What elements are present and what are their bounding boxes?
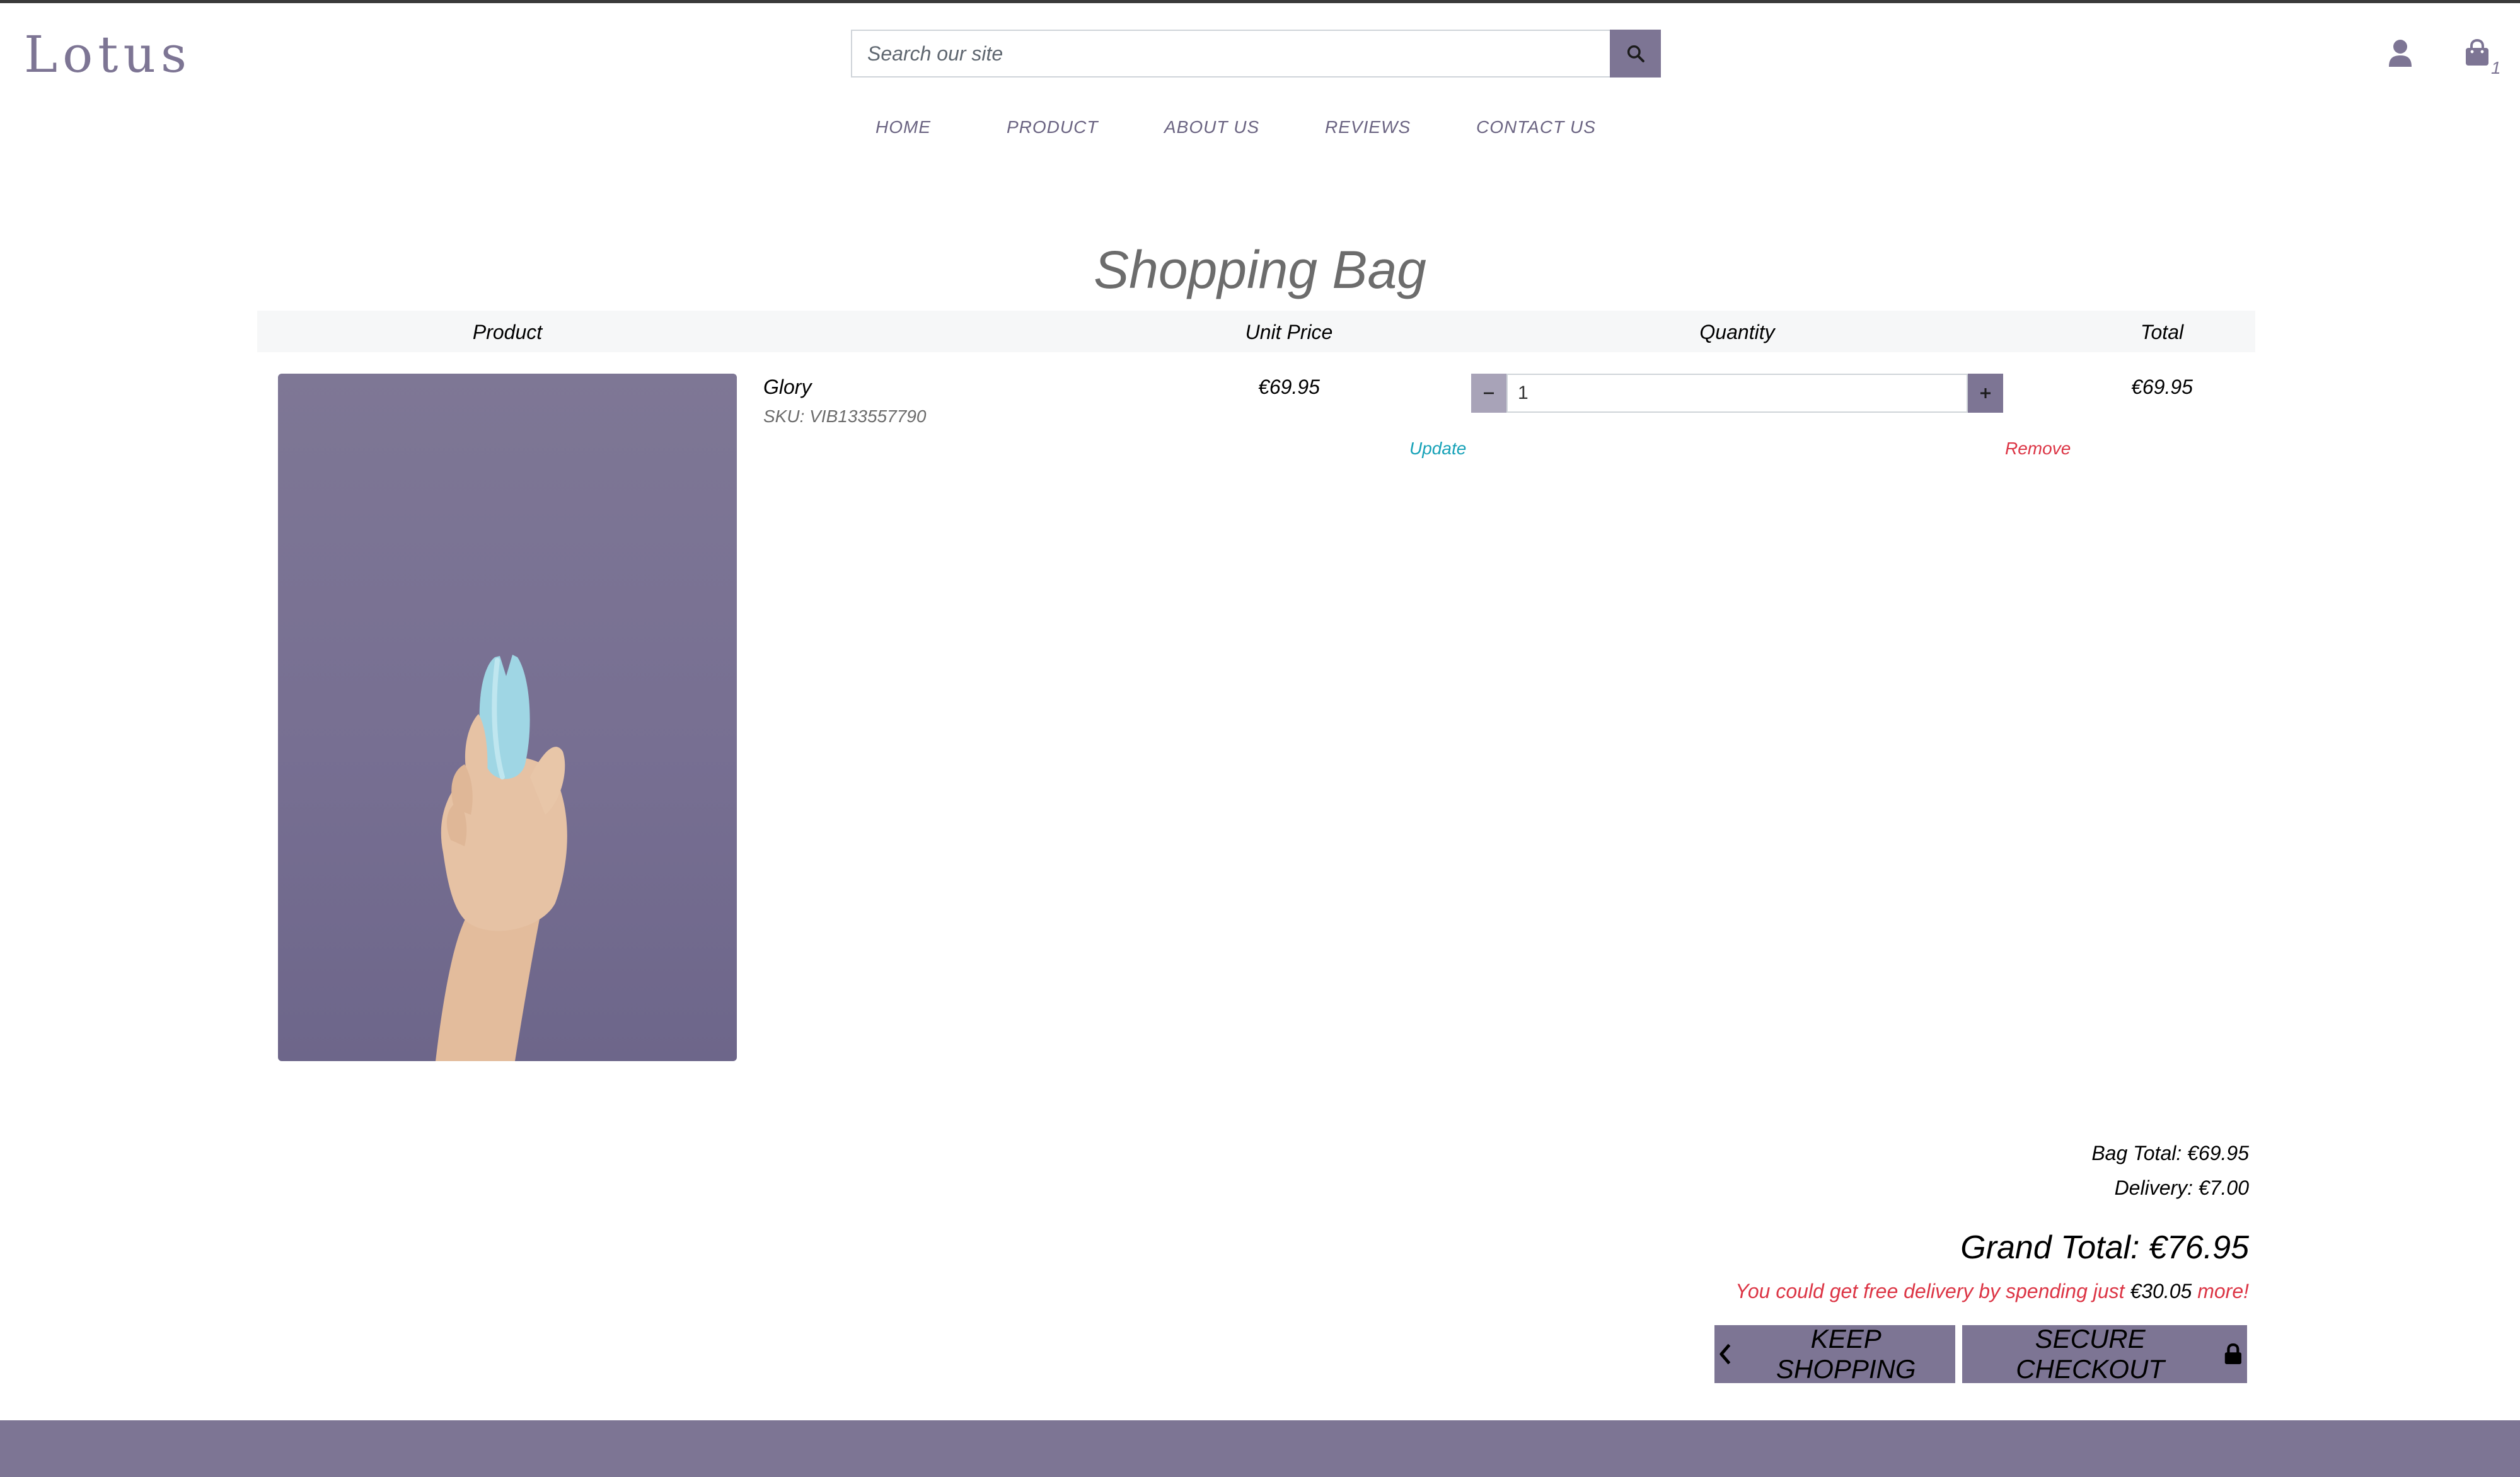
- bag-button[interactable]: 1: [2465, 39, 2515, 83]
- grand-total: Grand Total: €76.95: [1960, 1229, 2249, 1266]
- account-button[interactable]: [2388, 39, 2413, 68]
- nav-product[interactable]: PRODUCT: [1007, 117, 1098, 137]
- product-name: Glory: [763, 376, 812, 398]
- quantity-input[interactable]: [1506, 374, 1968, 413]
- product-photo: [436, 655, 567, 1061]
- increment-quantity-button[interactable]: [1968, 374, 2003, 413]
- lock-icon: [2225, 1343, 2242, 1364]
- nav-home[interactable]: HOME: [876, 117, 931, 137]
- delivery-cost: Delivery: €7.00: [2114, 1176, 2249, 1199]
- quantity-stepper: [1471, 374, 2003, 413]
- shopping-bag-icon: [2466, 39, 2488, 66]
- product-sku: SKU: VIB133557790: [763, 406, 927, 426]
- product-image[interactable]: [278, 374, 737, 1061]
- main-nav: HOME PRODUCT ABOUT US REVIEWS CONTACT US: [0, 117, 2520, 142]
- bag-total: Bag Total: €69.95: [2091, 1142, 2249, 1164]
- free-delivery-message: You could get free delivery by spending …: [1735, 1280, 2249, 1303]
- line-total: €69.95: [2131, 376, 2193, 398]
- keep-shopping-label: KEEP SHOPPING: [1776, 1324, 1916, 1384]
- bag-count: 1: [2491, 58, 2501, 78]
- secure-checkout-button[interactable]: SECURE CHECKOUT: [1962, 1324, 2247, 1384]
- free-delivery-amount: €30.05: [2130, 1280, 2192, 1302]
- nav-reviews[interactable]: REVIEWS: [1325, 117, 1411, 137]
- plus-icon: [1980, 388, 1991, 398]
- footer: [0, 1420, 2520, 1477]
- column-quantity: Quantity: [1699, 321, 1775, 343]
- search-bar: [851, 30, 1661, 78]
- user-icon: [2389, 40, 2412, 67]
- unit-price: €69.95: [1258, 376, 1320, 398]
- keep-shopping-button[interactable]: KEEP SHOPPING: [1714, 1324, 1955, 1384]
- search-button[interactable]: [1610, 30, 1661, 78]
- column-unit-price: Unit Price: [1245, 321, 1333, 343]
- free-delivery-suffix: more!: [2197, 1280, 2249, 1302]
- search-input[interactable]: [851, 30, 1610, 78]
- search-icon: [1627, 45, 1644, 62]
- nav-contact-us[interactable]: CONTACT US: [1476, 117, 1596, 137]
- decrement-quantity-button[interactable]: [1471, 374, 1506, 413]
- page-title: Shopping Bag: [1094, 240, 1426, 299]
- column-product: Product: [472, 321, 543, 343]
- secure-checkout-label: SECURE CHECKOUT: [2016, 1324, 2165, 1384]
- minus-icon: [1484, 392, 1494, 394]
- chevron-left-icon: [1719, 1343, 1731, 1365]
- free-delivery-prefix: You could get free delivery by spending …: [1735, 1280, 2125, 1302]
- nav-about-us[interactable]: ABOUT US: [1164, 117, 1259, 137]
- column-total: Total: [2140, 321, 2184, 343]
- remove-link[interactable]: Remove: [2005, 439, 2071, 459]
- brand-logo[interactable]: Lotus: [24, 25, 192, 84]
- top-border: [0, 0, 2520, 3]
- table-header: Product Unit Price Quantity Total: [257, 311, 2255, 352]
- update-link[interactable]: Update: [1409, 439, 1466, 459]
